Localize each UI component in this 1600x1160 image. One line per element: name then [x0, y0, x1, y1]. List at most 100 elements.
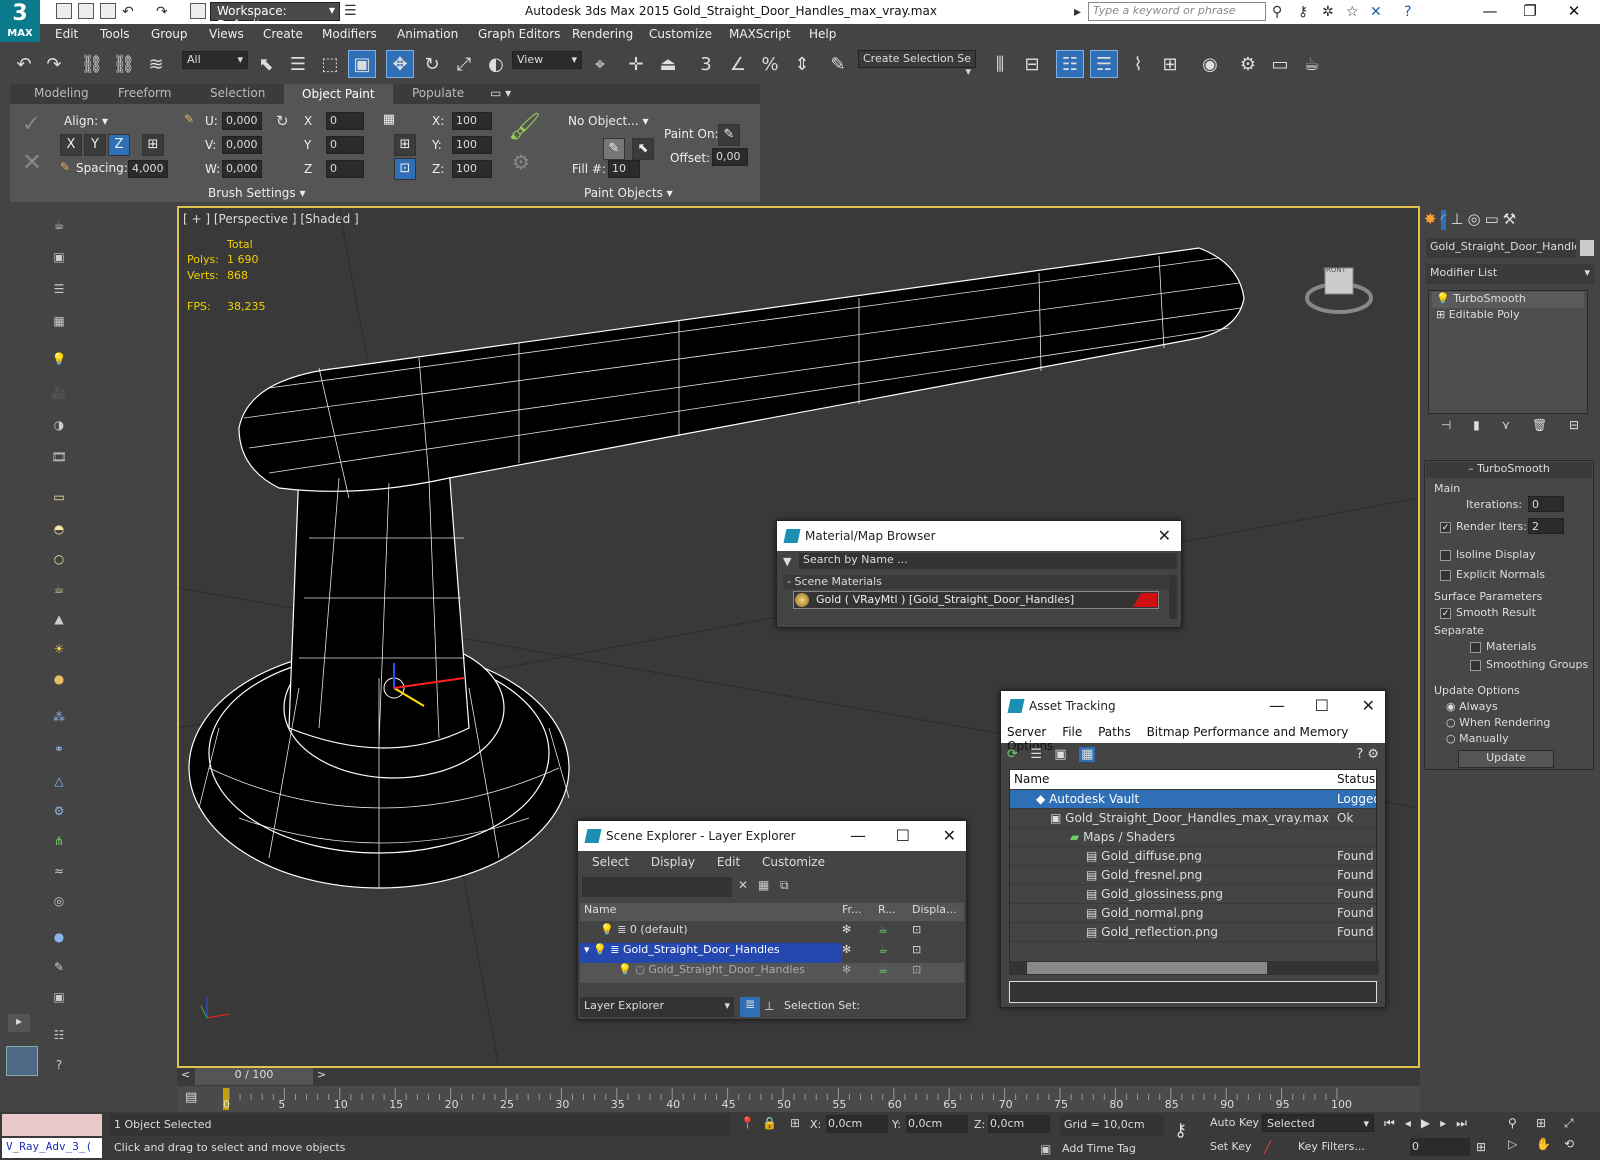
tools-icon[interactable]: ✲ — [1322, 4, 1334, 20]
grass-icon[interactable]: ⋔ — [45, 828, 73, 854]
close-icon[interactable]: ✕ — [1362, 691, 1375, 721]
stack-item-turbosmooth[interactable]: 💡 TurboSmooth — [1432, 292, 1584, 308]
bulb-icon[interactable]: 💡 — [593, 943, 607, 956]
table-row[interactable]: ◆ Autodesk VaultLogged Out ... — [1010, 789, 1376, 809]
light-bulb-icon[interactable]: 💡 — [45, 346, 73, 372]
bulb-icon[interactable]: 💡 — [600, 923, 614, 936]
table-view-icon[interactable]: ▦ — [1079, 747, 1096, 762]
reference-coord-dropdown[interactable]: View ▾ — [512, 51, 582, 69]
table-row[interactable]: ▤ Gold_reflection.png Found — [1010, 922, 1376, 942]
menu-file[interactable]: File — [1062, 725, 1082, 739]
rollout-header[interactable]: – TurboSmooth — [1426, 462, 1592, 478]
key-icon[interactable]: ⚷ — [1298, 4, 1308, 20]
go-to-end-icon[interactable]: ⏭ — [1456, 1116, 1467, 1131]
axis-x-button[interactable]: X — [60, 134, 82, 156]
scale-lock-icon[interactable]: ▦ — [378, 110, 400, 132]
snaps-toggle-icon[interactable]: 3 — [692, 50, 720, 78]
menu-modifiers[interactable]: Modifiers — [322, 27, 377, 41]
bind-spacewarp-icon[interactable]: ≋ — [142, 50, 170, 78]
menu-display[interactable]: Display — [651, 855, 695, 869]
lock-selection-icon[interactable]: 🔒 — [762, 1116, 777, 1130]
layer-row[interactable]: 💡 ≣ 0 (default) ✻ ☕ ⊡ — [580, 923, 964, 943]
freeze-icon[interactable]: ✻ — [842, 923, 878, 943]
star-icon[interactable]: ☆ — [1346, 4, 1359, 20]
selection-filter-dropdown[interactable]: All ▾ — [182, 51, 248, 69]
new-layer-icon[interactable]: ▦ — [758, 878, 769, 892]
col-status-header[interactable]: Status — [1332, 770, 1376, 790]
thumbnail-view-icon[interactable]: ▣ — [1054, 747, 1066, 762]
edit-named-sel-icon[interactable]: ✎ — [824, 50, 852, 78]
scale-y-spinner[interactable]: 100 — [452, 136, 492, 154]
random-scale-icon[interactable]: ⊡ — [394, 158, 416, 180]
table-row[interactable]: ▤ Gold_normal.png Found — [1010, 903, 1376, 923]
axis-y-button[interactable]: Y — [84, 134, 106, 156]
spacing-spinner[interactable]: 4,000 — [128, 160, 168, 178]
explorer-mode-dropdown[interactable]: Layer Explorer ▾ — [580, 997, 734, 1017]
teapot-icon[interactable]: ☕ — [45, 212, 73, 238]
render-iters-checkbox[interactable]: ✓ Render Iters: — [1440, 520, 1527, 533]
edit-icon[interactable]: ✎ — [45, 954, 73, 980]
layer-view-icon[interactable]: ≣ — [740, 997, 760, 1017]
object-color-swatch[interactable] — [1580, 240, 1594, 256]
search-input[interactable]: Type a keyword or phrase — [1088, 2, 1266, 21]
render-icon[interactable]: ▣ — [45, 984, 73, 1010]
set-key-button[interactable]: Set Key — [1210, 1140, 1252, 1153]
rot-x-spinner[interactable]: 0 — [326, 112, 364, 130]
time-slider-track[interactable]: < 0 / 100 > — [177, 1068, 1420, 1086]
freeze-icon[interactable]: ✻ — [842, 963, 878, 983]
asset-path-field[interactable] — [1009, 981, 1377, 1003]
unlink-icon[interactable]: ⛓ — [110, 50, 138, 78]
scale-x-spinner[interactable]: 100 — [452, 112, 492, 130]
uniform-scale-icon[interactable]: ⊞ — [394, 134, 416, 156]
refresh-icon[interactable]: ⟳ — [1007, 747, 1018, 762]
close-button[interactable]: ✕ — [1556, 2, 1592, 20]
paint-objects-icon[interactable]: ⚙ — [512, 150, 530, 174]
align-label[interactable]: Align: ▾ — [64, 114, 108, 128]
open-file-icon[interactable] — [78, 3, 94, 19]
w-spinner[interactable]: 0,000 — [222, 160, 262, 178]
dome-icon[interactable]: ◓ — [45, 516, 73, 542]
select-rotate-icon[interactable]: ↻ — [418, 50, 446, 78]
scale-z-spinner[interactable]: 100 — [452, 160, 492, 178]
plane-icon[interactable]: ▭ — [45, 484, 73, 510]
rendered-frame-icon[interactable]: ▭ — [1266, 50, 1294, 78]
expand-panel-icon[interactable]: ▸ — [8, 1014, 30, 1032]
schematic-view-icon[interactable]: ⊞ — [1156, 50, 1184, 78]
layer-explorer-toggle-icon[interactable]: ☴ — [1090, 50, 1118, 78]
materials-checkbox[interactable]: Materials — [1470, 640, 1536, 653]
menu-help[interactable]: Help — [809, 27, 836, 41]
explicit-normals-checkbox[interactable]: Explicit Normals — [1440, 568, 1545, 581]
sphere-icon[interactable]: ○ — [45, 546, 73, 572]
object-name-field[interactable]: Gold_Straight_Door_Handles — [1426, 238, 1576, 258]
edit-objects-icon[interactable]: ✎ — [603, 138, 625, 160]
stack-item-editable-poly[interactable]: ⊞ Editable Poly — [1432, 308, 1584, 324]
angle-snap-icon[interactable]: ∠ — [724, 50, 752, 78]
col-freeze[interactable]: Fr... — [842, 903, 878, 921]
key-mode-dropdown[interactable]: Selected ▾ — [1262, 1114, 1374, 1132]
next-frame-icon[interactable]: > — [317, 1068, 326, 1081]
menu-maxscript[interactable]: MAXScript — [729, 27, 791, 41]
sun-icon[interactable]: ☀ — [45, 636, 73, 662]
time-config-icon[interactable]: ⊞ — [1476, 1140, 1486, 1154]
smoothing-groups-checkbox[interactable]: Smoothing Groups — [1470, 658, 1588, 671]
isoline-checkbox[interactable]: Isoline Display — [1440, 548, 1536, 561]
undo-icon[interactable]: ↶ — [122, 4, 134, 20]
menu-select[interactable]: Select — [592, 855, 629, 869]
rot-y-spinner[interactable]: 0 — [326, 136, 364, 154]
tab-selection[interactable]: Selection — [210, 86, 265, 100]
manipulate-icon[interactable]: ✛ — [622, 50, 650, 78]
filter-icon[interactable]: ▼ — [783, 555, 791, 568]
radio-when-rendering[interactable]: ○ When Rendering — [1446, 716, 1550, 729]
half-sphere-icon[interactable]: ◑ — [45, 412, 73, 438]
maximize-icon[interactable]: ☐ — [896, 821, 910, 851]
scroll-thumb[interactable] — [1027, 962, 1267, 974]
new-file-icon[interactable] — [56, 3, 72, 19]
display-tab-icon[interactable]: ▭ — [1485, 210, 1499, 230]
render-teapot-icon[interactable]: ☕ — [878, 943, 912, 963]
align-icon[interactable]: ⊟ — [1018, 50, 1046, 78]
disc-icon[interactable]: ● — [45, 666, 73, 692]
sphere-shaded-icon[interactable]: ● — [45, 924, 73, 950]
display-box-icon[interactable]: ⊡ — [912, 923, 921, 943]
qat-menu-icon[interactable]: ☰ — [344, 3, 357, 19]
close-icon[interactable]: ✕ — [943, 821, 956, 851]
